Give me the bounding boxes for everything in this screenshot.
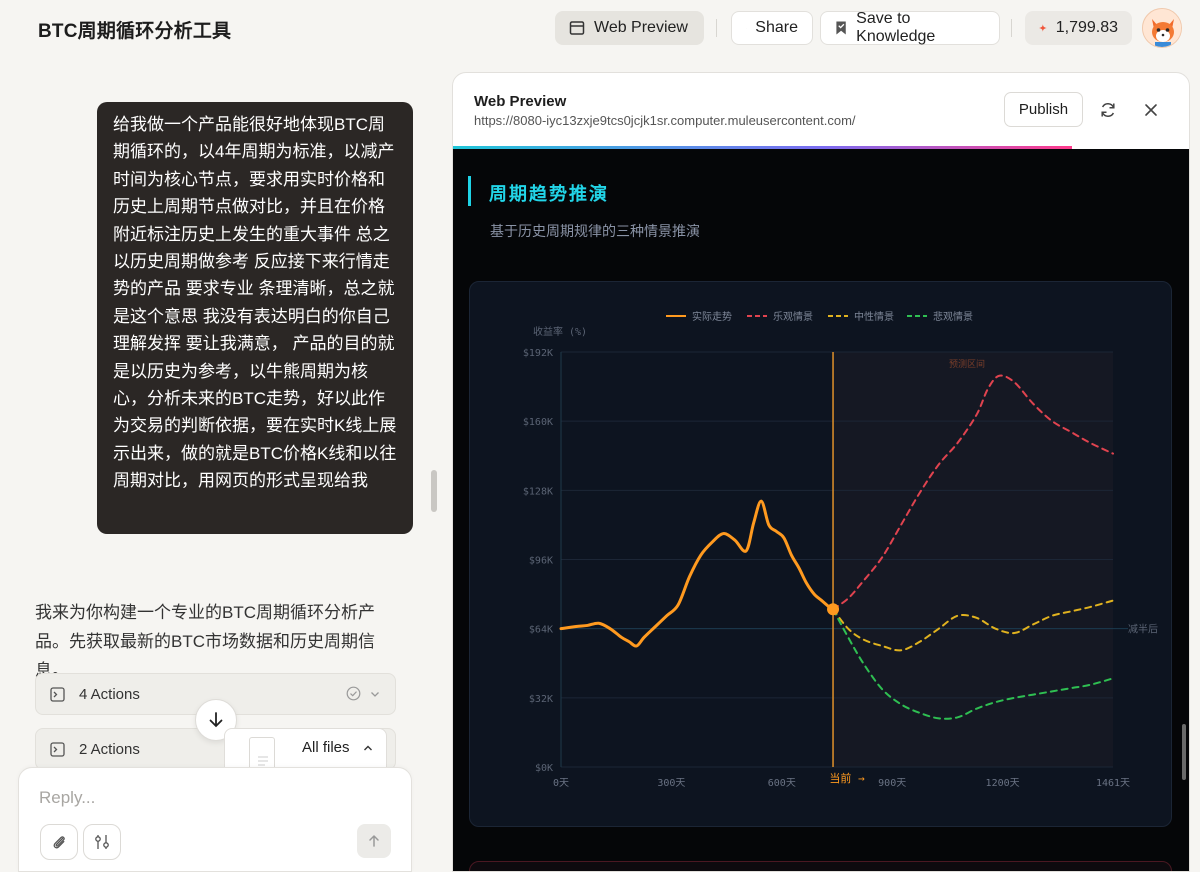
y-tick-label: $96K	[529, 556, 553, 567]
y-tick-label: $64K	[529, 625, 553, 636]
app-title: BTC周期循环分析工具	[38, 21, 232, 42]
series-line-actual	[559, 499, 835, 648]
share-label: Share	[755, 19, 798, 36]
section-accent-bar	[468, 176, 471, 206]
reply-input[interactable]: Reply...	[39, 788, 95, 808]
reply-composer: Reply...	[18, 767, 412, 872]
close-preview-button[interactable]	[1141, 100, 1161, 120]
arrow-down-icon	[209, 712, 223, 728]
toolbar-divider	[1011, 19, 1012, 37]
section-subtitle: 基于历史周期规律的三种情景推演	[490, 223, 700, 239]
check-circle-icon	[346, 686, 361, 701]
credits-button[interactable]: 1,799.83	[1025, 11, 1132, 45]
x-tick-label: 1200天	[986, 778, 1020, 789]
attach-button[interactable]	[40, 824, 78, 860]
toolbar-divider	[716, 19, 717, 37]
cycle-forecast-chart-card: $0K $32K $64K $96K $128K $160K $192K 0天 300天 600天…	[469, 281, 1172, 827]
terminal-icon	[50, 686, 65, 702]
sliders-icon	[95, 835, 109, 849]
close-icon	[1145, 104, 1157, 116]
refresh-icon	[1101, 103, 1115, 117]
web-preview-button[interactable]: Web Preview	[555, 11, 704, 45]
chat-scrollbar[interactable]	[431, 470, 437, 512]
y-tick-label: $192K	[523, 348, 553, 359]
publish-button[interactable]: Publish	[1004, 92, 1083, 127]
y-tick-label: $0K	[535, 763, 553, 774]
x-tick-label: 0天	[553, 778, 569, 789]
cycle-forecast-chart: $0K $32K $64K $96K $128K $160K $192K 0天 300天 600天…	[523, 310, 1158, 789]
next-section-card	[469, 861, 1172, 871]
paperclip-icon	[53, 836, 65, 849]
assistant-message: 我来为你构建一个专业的BTC周期循环分析产品。先获取最新的BTC市场数据和历史周…	[35, 603, 375, 680]
y-tick-label: $128K	[523, 486, 553, 497]
tools-button[interactable]	[83, 824, 121, 860]
panel-title: Web Preview	[474, 93, 567, 110]
x-tick-label: 300天	[657, 778, 685, 789]
y-axis-label: 收益率 (%)	[533, 325, 587, 338]
user-message-bubble: 给我做一个产品能很好地体现BTC周期循环的，以4年周期为标准，以减产时间为核心节…	[97, 102, 413, 534]
preview-url[interactable]: https://8080-iyc13zxje9tcs0jcjk1sr.compu…	[474, 113, 856, 128]
bookmark-icon	[836, 21, 846, 35]
terminal-icon	[50, 741, 65, 757]
halving-label: 减半后	[1128, 623, 1158, 636]
share-button[interactable]: Share	[731, 11, 813, 45]
user-avatar[interactable]	[1142, 8, 1182, 48]
arrow-up-icon	[369, 834, 379, 847]
actions-label: 4 Actions	[79, 685, 140, 703]
legend-label-bear: 悲观情景	[933, 310, 973, 323]
y-tick-label: $32K	[529, 694, 553, 705]
actions-label: 2 Actions	[79, 740, 140, 758]
chevron-up-icon	[364, 745, 372, 751]
x-tick-label: 1461天	[1096, 778, 1130, 789]
section-title: 周期趋势推演	[489, 184, 609, 204]
x-tick-label: 600天	[768, 778, 796, 789]
all-files-label: All files	[302, 739, 350, 756]
current-marker-label: 当前 →	[829, 771, 865, 785]
window-icon	[569, 21, 585, 35]
preview-scrollbar[interactable]	[1182, 724, 1186, 780]
send-button[interactable]	[357, 824, 391, 858]
legend-label-neutral: 中性情景	[854, 310, 894, 323]
refresh-button[interactable]	[1098, 100, 1118, 120]
save-to-knowledge-button[interactable]: Save to Knowledge	[820, 10, 1000, 45]
fox-avatar-icon	[1143, 9, 1181, 47]
current-price-point	[827, 603, 840, 616]
x-tick-label: 900天	[878, 778, 906, 789]
sparkle-icon	[1039, 24, 1047, 32]
document-icon	[249, 737, 275, 771]
top-bar: BTC周期循环分析工具 Web Preview Share Save to Kn…	[0, 0, 1200, 56]
y-tick-label: $160K	[523, 417, 553, 428]
all-files-button[interactable]: All files	[224, 728, 387, 771]
web-preview-panel: Web Preview https://8080-iyc13zxje9tcs0j…	[452, 72, 1190, 872]
credits-value: 1,799.83	[1055, 19, 1118, 36]
forecast-label: 预测区间	[949, 358, 985, 370]
preview-viewport: 周期趋势推演 基于历史周期规律的三种情景推演 $0K $32K $64K $96K $1…	[453, 149, 1189, 871]
chevron-down-icon	[371, 691, 379, 697]
legend-label-actual: 实际走势	[692, 310, 732, 323]
web-preview-label: Web Preview	[594, 19, 688, 36]
legend-label-bull: 乐观情景	[773, 310, 813, 323]
save-to-knowledge-label: Save to Knowledge	[856, 10, 936, 45]
